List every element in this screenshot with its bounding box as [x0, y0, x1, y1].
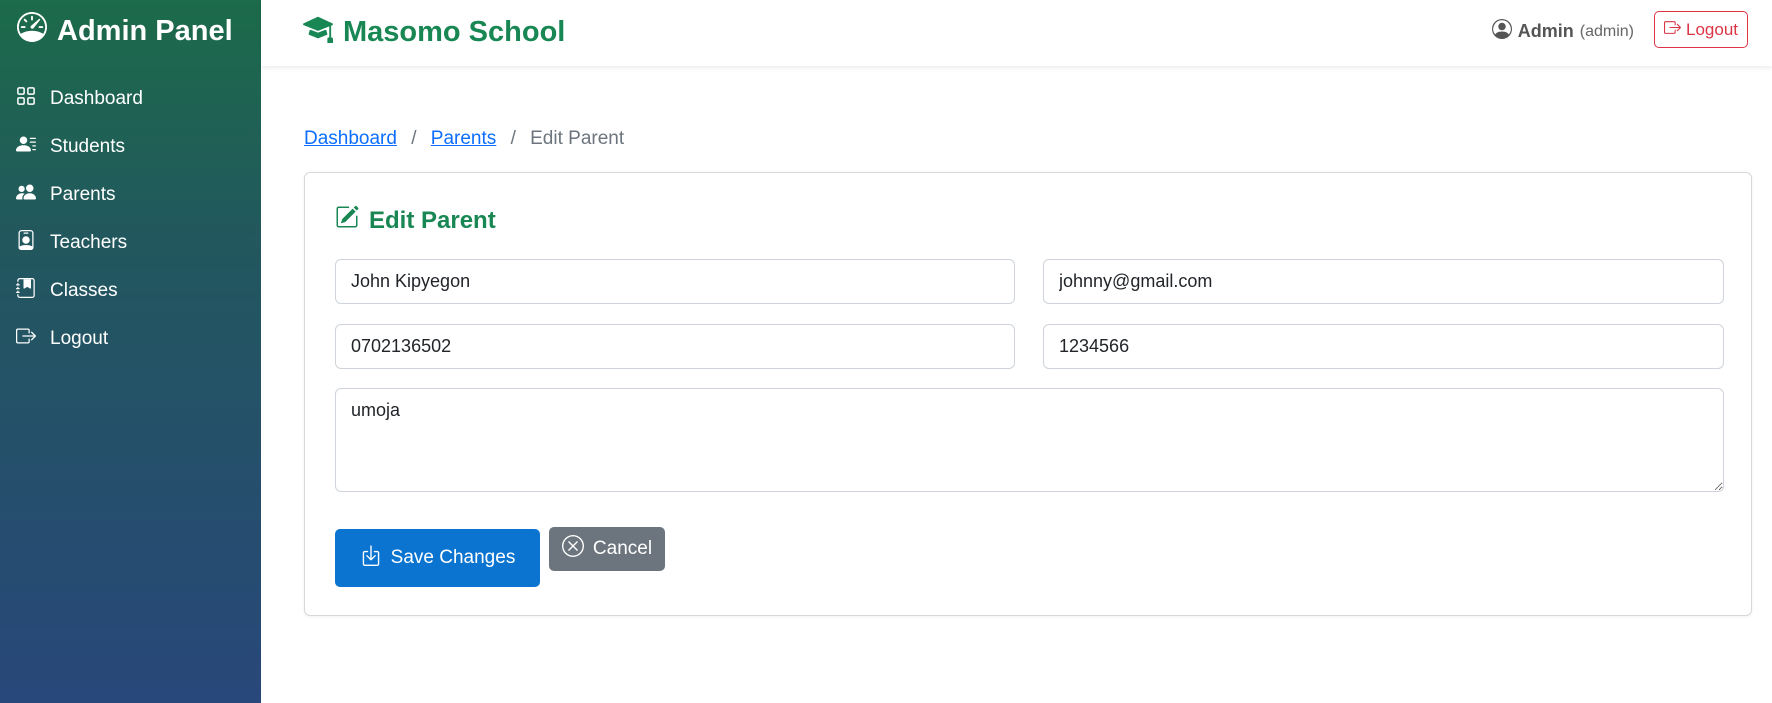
sidebar-item-teachers[interactable]: Teachers	[0, 219, 261, 267]
box-arrow-right-icon	[1664, 19, 1682, 41]
name-field[interactable]	[335, 259, 1015, 304]
sidebar-item-dashboard[interactable]: Dashboard	[0, 75, 261, 123]
people-icon	[16, 182, 36, 208]
sidebar-item-logout[interactable]: Logout	[0, 315, 261, 363]
sidebar-item-label: Parents	[50, 184, 116, 205]
save-label: Save Changes	[390, 547, 516, 568]
sidebar-item-classes[interactable]: Classes	[0, 267, 261, 315]
breadcrumb-parents-link[interactable]: Parents	[431, 128, 496, 149]
download-box-icon	[360, 544, 382, 572]
journal-icon	[16, 278, 36, 304]
sidebar-item-label: Teachers	[50, 232, 128, 253]
sidebar-item-students[interactable]: Students	[0, 123, 261, 171]
grid-icon	[16, 86, 36, 112]
sidebar-brand-label: Admin Panel	[57, 14, 233, 47]
sidebar-item-parents[interactable]: Parents	[0, 171, 261, 219]
user-name: Admin	[1517, 21, 1574, 41]
logout-label: Logout	[1686, 19, 1738, 39]
school-brand[interactable]: Masomo School	[303, 13, 565, 51]
sidebar-item-label: Classes	[50, 280, 118, 301]
user-role: (admin)	[1579, 22, 1634, 40]
breadcrumb-separator: /	[411, 128, 417, 149]
sidebar-nav: Dashboard Students Parents Teachers Clas…	[0, 75, 261, 363]
school-name: Masomo School	[343, 15, 566, 48]
sidebar-brand[interactable]: Admin Panel	[16, 11, 233, 50]
x-circle-icon	[561, 535, 584, 563]
sidebar: Admin Panel Dashboard Students Parents T…	[0, 0, 261, 703]
person-badge-icon	[16, 230, 36, 256]
logout-button[interactable]: Logout	[1654, 11, 1748, 48]
breadcrumb-current: Edit Parent	[530, 128, 625, 149]
top-navbar: Masomo School Admin (admin) Logout	[261, 0, 1772, 66]
breadcrumb-separator: /	[510, 128, 516, 149]
pencil-square-icon	[335, 205, 359, 236]
cancel-button[interactable]: Cancel	[549, 527, 665, 571]
card-title: Edit Parent	[335, 205, 496, 236]
id-number-field[interactable]	[1043, 324, 1724, 369]
cancel-label: Cancel	[592, 538, 653, 559]
edit-parent-card: Edit Parent umoja Save Changes Cancel	[304, 172, 1752, 616]
user-info: Admin (admin)	[1491, 19, 1634, 44]
mortarboard-icon	[303, 13, 333, 51]
email-field[interactable]	[1043, 259, 1724, 304]
phone-field[interactable]	[335, 324, 1015, 369]
speedometer-icon	[16, 11, 47, 50]
box-arrow-right-icon	[16, 326, 37, 352]
breadcrumb-dashboard-link[interactable]: Dashboard	[304, 128, 397, 149]
address-field[interactable]: umoja	[335, 388, 1724, 492]
breadcrumb: Dashboard / Parents / Edit Parent	[304, 128, 624, 150]
person-circle-icon	[1491, 19, 1512, 44]
sidebar-item-label: Logout	[50, 328, 109, 349]
person-lines-icon	[16, 134, 36, 160]
save-changes-button[interactable]: Save Changes	[335, 529, 540, 587]
sidebar-item-label: Dashboard	[50, 88, 143, 109]
sidebar-item-label: Students	[50, 136, 125, 157]
card-title-label: Edit Parent	[369, 206, 496, 234]
